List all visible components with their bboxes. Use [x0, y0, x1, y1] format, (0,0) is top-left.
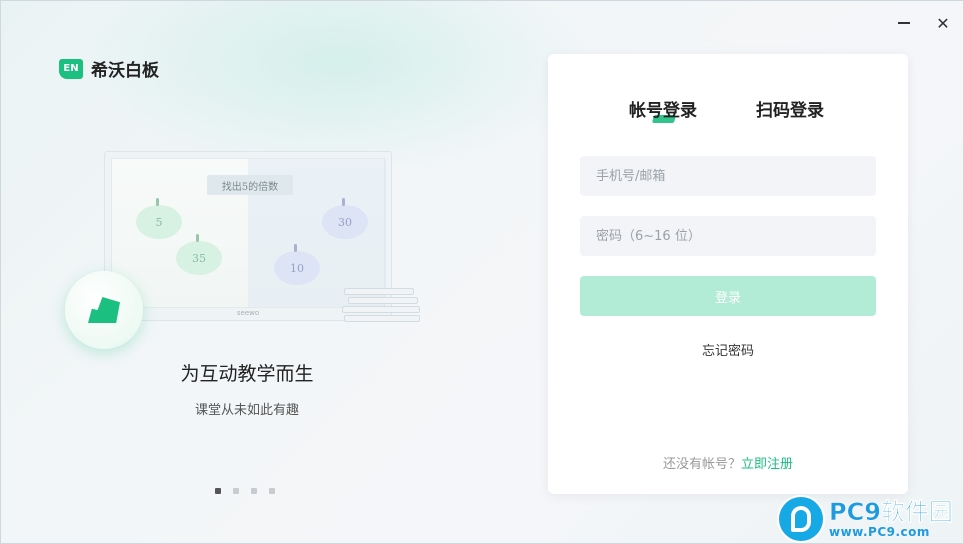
- no-account-text: 还没有帐号？: [662, 457, 741, 472]
- watermark-title: PC9软件园: [829, 498, 953, 526]
- carousel-subtitle: 课堂从未如此有趣: [194, 403, 299, 418]
- apple-item: 5: [136, 198, 182, 239]
- tab-qr-login[interactable]: 扫码登录: [756, 96, 824, 121]
- presenter-icon: [88, 297, 120, 323]
- apple-item: 30: [322, 198, 368, 239]
- watermark-url: www.PC9.com: [829, 525, 930, 539]
- carousel-dot-4[interactable]: [269, 488, 275, 494]
- books-illustration: [342, 288, 420, 324]
- watermark-logo-icon: [779, 497, 823, 541]
- phone-email-input[interactable]: [580, 156, 876, 196]
- carousel-dot-1[interactable]: [215, 488, 221, 494]
- logo-badge-icon: EN: [59, 58, 83, 79]
- password-input[interactable]: [580, 216, 876, 256]
- login-button[interactable]: 登录: [580, 276, 876, 316]
- close-button[interactable]: ✕: [929, 9, 957, 37]
- board-title: 找出5的倍数: [207, 175, 293, 195]
- app-name: 希沃白板: [91, 61, 159, 81]
- apple-item: 35: [176, 234, 222, 275]
- register-prompt: 还没有帐号？立即注册: [548, 453, 908, 472]
- login-card: 帐号登录 扫码登录 登录 忘记密码 还没有帐号？立即注册: [548, 54, 908, 494]
- board-screen: 找出5的倍数 5 30 35 10: [111, 158, 386, 308]
- tab-qr-label: 扫码登录: [756, 101, 824, 121]
- presenter-bubble: [65, 271, 143, 349]
- tab-account-label: 帐号登录: [629, 101, 697, 121]
- minimize-button[interactable]: [890, 9, 918, 37]
- tab-account-login[interactable]: 帐号登录: [629, 96, 697, 121]
- carousel-dot-2[interactable]: [233, 488, 239, 494]
- carousel-dot-3[interactable]: [251, 488, 257, 494]
- forgot-password-link[interactable]: 忘记密码: [548, 340, 908, 359]
- close-icon: ✕: [936, 13, 950, 33]
- minimize-icon: [898, 22, 910, 24]
- apple-item: 10: [274, 244, 320, 285]
- carousel-dots: [215, 488, 275, 494]
- app-logo: EN 希沃白板: [59, 56, 159, 81]
- watermark: PC9软件园 www.PC9.com: [779, 497, 953, 541]
- carousel-title: 为互动教学而生: [180, 363, 314, 385]
- app-window: ✕ EN 希沃白板 找出5的倍数 5 30 35 10 seewo 为互动教学而…: [0, 0, 964, 544]
- register-link[interactable]: 立即注册: [741, 457, 793, 472]
